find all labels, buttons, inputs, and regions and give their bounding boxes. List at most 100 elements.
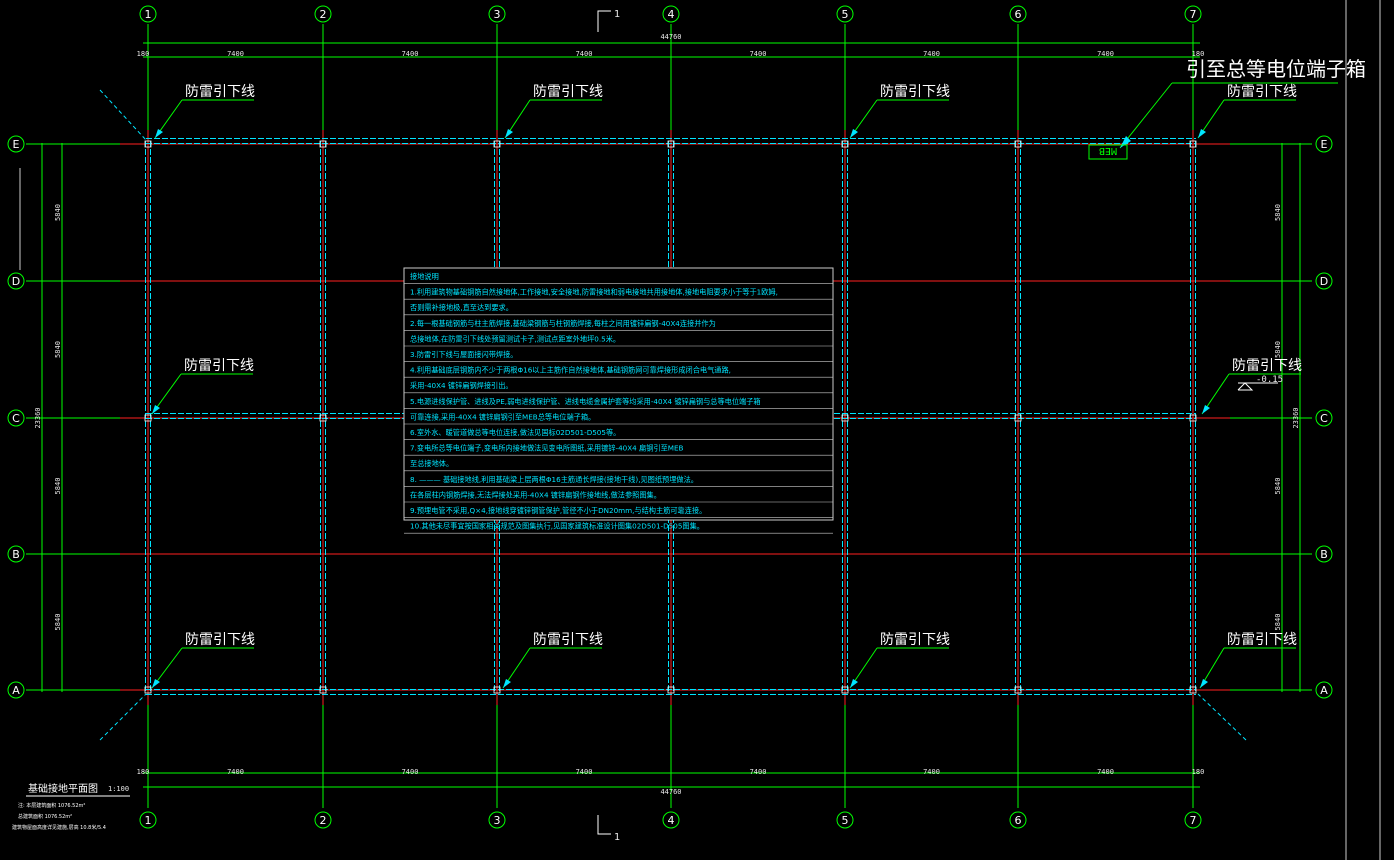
grounding-notes-table: 接地说明 1.利用建筑物基础钢筋自然接地体,工作接地,安全接地,防雷接地和弱电接地… <box>403 267 834 534</box>
axis-bubble-label: 1 <box>145 8 152 21</box>
downlead-label: 防雷引下线 <box>1201 358 1302 415</box>
dim-end-offset: 180 <box>137 768 150 776</box>
downlead-label-text: 防雷引下线 <box>880 84 950 100</box>
notes-line: 在各层柱内钢筋焊接,无法焊接处采用-40X4 镀锌扁钢作接地线,做法参照图集。 <box>410 490 661 499</box>
dim-bay-top: 7400 <box>750 50 767 58</box>
downlead-arrowhead <box>152 679 160 688</box>
notes-line: 9.预埋电管不采用,Q×4,接地线穿镀锌钢管保护,管径不小于DN20mm,与结构… <box>410 506 706 515</box>
level-mark-text: -0.15 <box>1256 375 1283 385</box>
axis-bubble-label: 7 <box>1190 814 1197 827</box>
column-axis-bubble-bottom: 6 <box>1009 811 1027 829</box>
axis-bubble-label: E <box>1321 138 1328 151</box>
notes-line: 1.利用建筑物基础钢筋自然接地体,工作接地,安全接地,防雷接地和弱电接地共用接地… <box>410 288 778 297</box>
drawing-title: 基础接地平面图 <box>28 782 98 795</box>
row-axis-bubble-right: C <box>1315 409 1333 427</box>
section-mark-label: 1 <box>614 9 620 20</box>
row-axis-bubble-right: E <box>1315 135 1333 153</box>
row-axis-bubble-left: B <box>7 545 25 563</box>
axis-bubble-label: A <box>12 684 20 697</box>
row-axis-bubble-left: C <box>7 409 25 427</box>
notes-line: 可靠连接,采用-40X4 镀锌扁钢引至MEB总等电位端子箱。 <box>410 412 595 421</box>
dim-side-bay-left: 5840 <box>54 478 62 495</box>
column-axis-bubble-top: 2 <box>314 5 332 23</box>
notes-line: 2.每一根基础钢筋与柱主筋焊接,基础梁钢筋与柱钢筋焊接,每柱之间用镀锌扁钢-40… <box>410 319 716 328</box>
downlead-label: 防雷引下线 <box>504 84 603 139</box>
row-axis-bubble-right: D <box>1315 272 1333 290</box>
axis-bubble-label: E <box>13 138 20 151</box>
downlead-label-text: 防雷引下线 <box>1227 84 1297 100</box>
axis-bubble-label: 4 <box>668 8 675 21</box>
downlead-label: 防雷引下线 <box>151 632 255 689</box>
row-axis-bubble-left: D <box>7 272 25 290</box>
dim-side-bay-right: 5840 <box>1274 478 1282 495</box>
cad-drawing-canvas: 11223344556677E ED DC CB BA A 4476044760180 18… <box>7 0 1381 860</box>
downlead-label: 防雷引下线 <box>849 84 950 139</box>
axis-bubble-label: 7 <box>1190 8 1197 21</box>
downlead-arrowhead <box>1198 129 1206 138</box>
column-axis-bubble-bottom: 3 <box>488 811 506 829</box>
downlead-arrowhead <box>1200 679 1208 688</box>
axis-bubble-label: 5 <box>842 814 849 827</box>
dim-bay-top: 7400 <box>227 50 244 58</box>
dim-side-bay-right: 5840 <box>1274 614 1282 631</box>
section-mark-top: 1 <box>597 9 620 32</box>
dim-side-bay-left: 5840 <box>54 204 62 221</box>
column-axis-bubble-bottom: 7 <box>1184 811 1202 829</box>
column-axis-bubble-top: 4 <box>662 5 680 23</box>
axis-bubble-label: C <box>1320 412 1328 425</box>
column-axis-bubble-top: 1 <box>139 5 157 23</box>
axis-bubble-label: 2 <box>320 8 327 21</box>
downlead-label-text: 防雷引下线 <box>185 84 255 100</box>
notes-line: 采用-40X4 镀锌扁钢焊接引出。 <box>410 381 513 390</box>
title-note-1: 注: 本层建筑面积 1076.52m² <box>18 802 85 809</box>
downlead-arrowhead <box>503 679 511 688</box>
notes-line: 5.电源进线保护管、进线及PE,弱电进线保护管、进线电缆金属护套等均采用-40X… <box>410 397 761 406</box>
notes-line: 10.其他未尽事宜按国家相关规范及图集执行,见国家建筑标准设计图集02D501-… <box>410 522 704 531</box>
column-axis-bubble-top: 6 <box>1009 5 1027 23</box>
notes-line: 8. ——— 基础接地线,利用基础梁上层两根Φ16主筋通长焊接(接地干线),见图… <box>410 475 698 484</box>
notes-line: 总接地体,在防雷引下线处预留测试卡子,测试点距室外地坪0.5米。 <box>410 334 620 343</box>
dim-bottom-total: 44760 <box>660 788 681 796</box>
dim-bay-bottom: 7400 <box>1097 768 1114 776</box>
downlead-label: 防雷引下线 <box>849 632 950 689</box>
row-axis-bubble-left: E <box>7 135 25 153</box>
downlead-arrowhead <box>505 129 513 138</box>
column-axis-bubble-top: 5 <box>836 5 854 23</box>
notes-line: 否则需补接地极,直至达到要求。 <box>410 303 513 312</box>
axis-bubble-label: 3 <box>494 8 501 21</box>
axis-bubble-label: B <box>1320 548 1328 561</box>
axis-bubble-label: 1 <box>145 814 152 827</box>
downlead-label: 防雷引下线 <box>151 358 254 415</box>
downlead-arrowhead <box>850 679 858 688</box>
downlead-arrowhead <box>850 129 858 138</box>
dim-side-total-right: 23360 <box>1292 407 1300 428</box>
dim-side-bay-left: 5840 <box>54 341 62 358</box>
dim-bay-bottom: 7400 <box>923 768 940 776</box>
column-axis-bubble-bottom: 2 <box>314 811 332 829</box>
level-mark: -0.15 <box>1237 375 1283 391</box>
downlead-label-text: 防雷引下线 <box>533 632 603 648</box>
downlead-arrowhead <box>155 129 163 138</box>
column-axis-bubble-bottom: 5 <box>836 811 854 829</box>
axis-bubble-label: 6 <box>1015 814 1022 827</box>
notes-line: 4.利用基础底层钢筋内不少于两根Φ16以上主筋作自然接地体,基础钢筋网可靠焊接形… <box>410 366 731 375</box>
dim-bay-bottom: 7400 <box>750 768 767 776</box>
downlead-label-text: 防雷引下线 <box>880 632 950 648</box>
row-axis-bubble-right: B <box>1315 545 1333 563</box>
downlead-arrowhead <box>1202 405 1210 414</box>
column-axis-bubble-bottom: 1 <box>139 811 157 829</box>
dim-bay-top: 7400 <box>576 50 593 58</box>
notes-line: 6.室外水、暖管道做总等电位连接,做法见国标02D501-D505等。 <box>410 428 620 437</box>
column-axis-bubble-bottom: 4 <box>662 811 680 829</box>
downlead-label-text: 防雷引下线 <box>184 358 254 374</box>
dim-bay-bottom: 7400 <box>576 768 593 776</box>
dim-top-total: 44760 <box>660 33 681 41</box>
meb-callout-text: 引至总等电位端子箱 <box>1186 57 1366 81</box>
axis-bubble-label: D <box>12 275 20 288</box>
downlead-arrowhead <box>152 405 160 414</box>
dim-bay-top: 7400 <box>402 50 419 58</box>
notes-line: 3.防雷引下线与屋面接闪带焊接。 <box>410 350 517 359</box>
column-axis-bubble-top: 7 <box>1184 5 1202 23</box>
column-axis-bubble-top: 3 <box>488 5 506 23</box>
title-note-3: 建筑物屋面高度详见建施,层高 10.8米/5.4 <box>12 824 106 831</box>
